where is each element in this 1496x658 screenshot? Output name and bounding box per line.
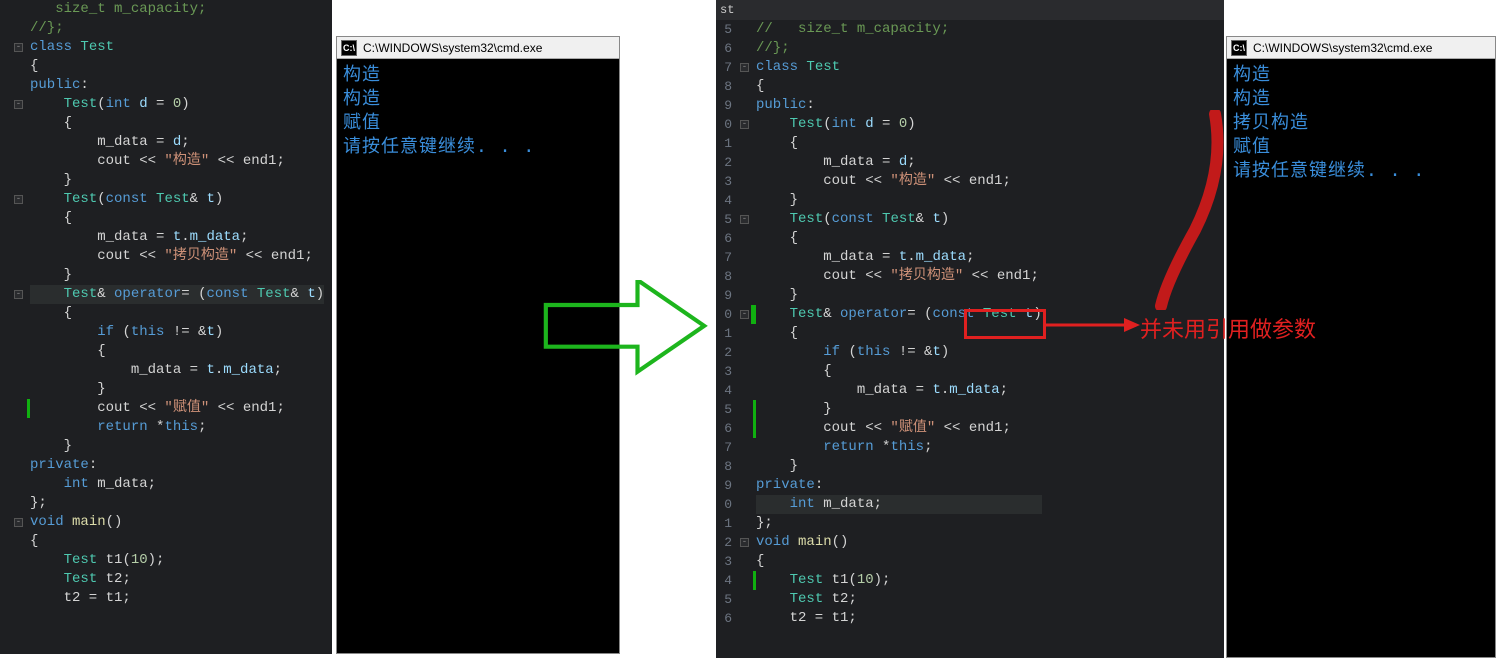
- cmd-icon: C:\: [341, 40, 357, 56]
- right-tab-bar[interactable]: st: [716, 0, 1224, 20]
- right-tab-label[interactable]: st: [720, 3, 734, 17]
- red-annotation-text: 并未用引用做参数: [1140, 312, 1316, 344]
- right-gutter: 56789012345678901234567890123456: [716, 20, 738, 658]
- left-terminal-title: C:\WINDOWS\system32\cmd.exe: [363, 41, 542, 55]
- cmd-icon: C:\: [1231, 40, 1247, 56]
- left-fold-column[interactable]: -----: [12, 0, 26, 654]
- right-terminal-body[interactable]: 构造构造拷贝构造赋值请按任意键继续. . .: [1227, 59, 1495, 187]
- left-code-area[interactable]: ----- size_t m_capacity;//};class Test{p…: [0, 0, 332, 654]
- left-code[interactable]: size_t m_capacity;//};class Test{public:…: [26, 0, 324, 654]
- left-terminal-body[interactable]: 构造构造赋值请按任意键继续. . .: [337, 59, 619, 163]
- right-code[interactable]: // size_t m_capacity;//};class Test{publ…: [752, 20, 1042, 658]
- left-terminal-window[interactable]: C:\ C:\WINDOWS\system32\cmd.exe 构造构造赋值请按…: [336, 36, 620, 654]
- left-terminal-titlebar[interactable]: C:\ C:\WINDOWS\system32\cmd.exe: [337, 37, 619, 59]
- right-terminal-window[interactable]: C:\ C:\WINDOWS\system32\cmd.exe 构造构造拷贝构造…: [1226, 36, 1496, 658]
- right-terminal-titlebar[interactable]: C:\ C:\WINDOWS\system32\cmd.exe: [1227, 37, 1495, 59]
- right-terminal-title: C:\WINDOWS\system32\cmd.exe: [1253, 41, 1432, 55]
- right-fold-column[interactable]: -----: [738, 20, 752, 658]
- left-editor-panel: ----- size_t m_capacity;//};class Test{p…: [0, 0, 332, 654]
- left-gutter: [0, 0, 12, 654]
